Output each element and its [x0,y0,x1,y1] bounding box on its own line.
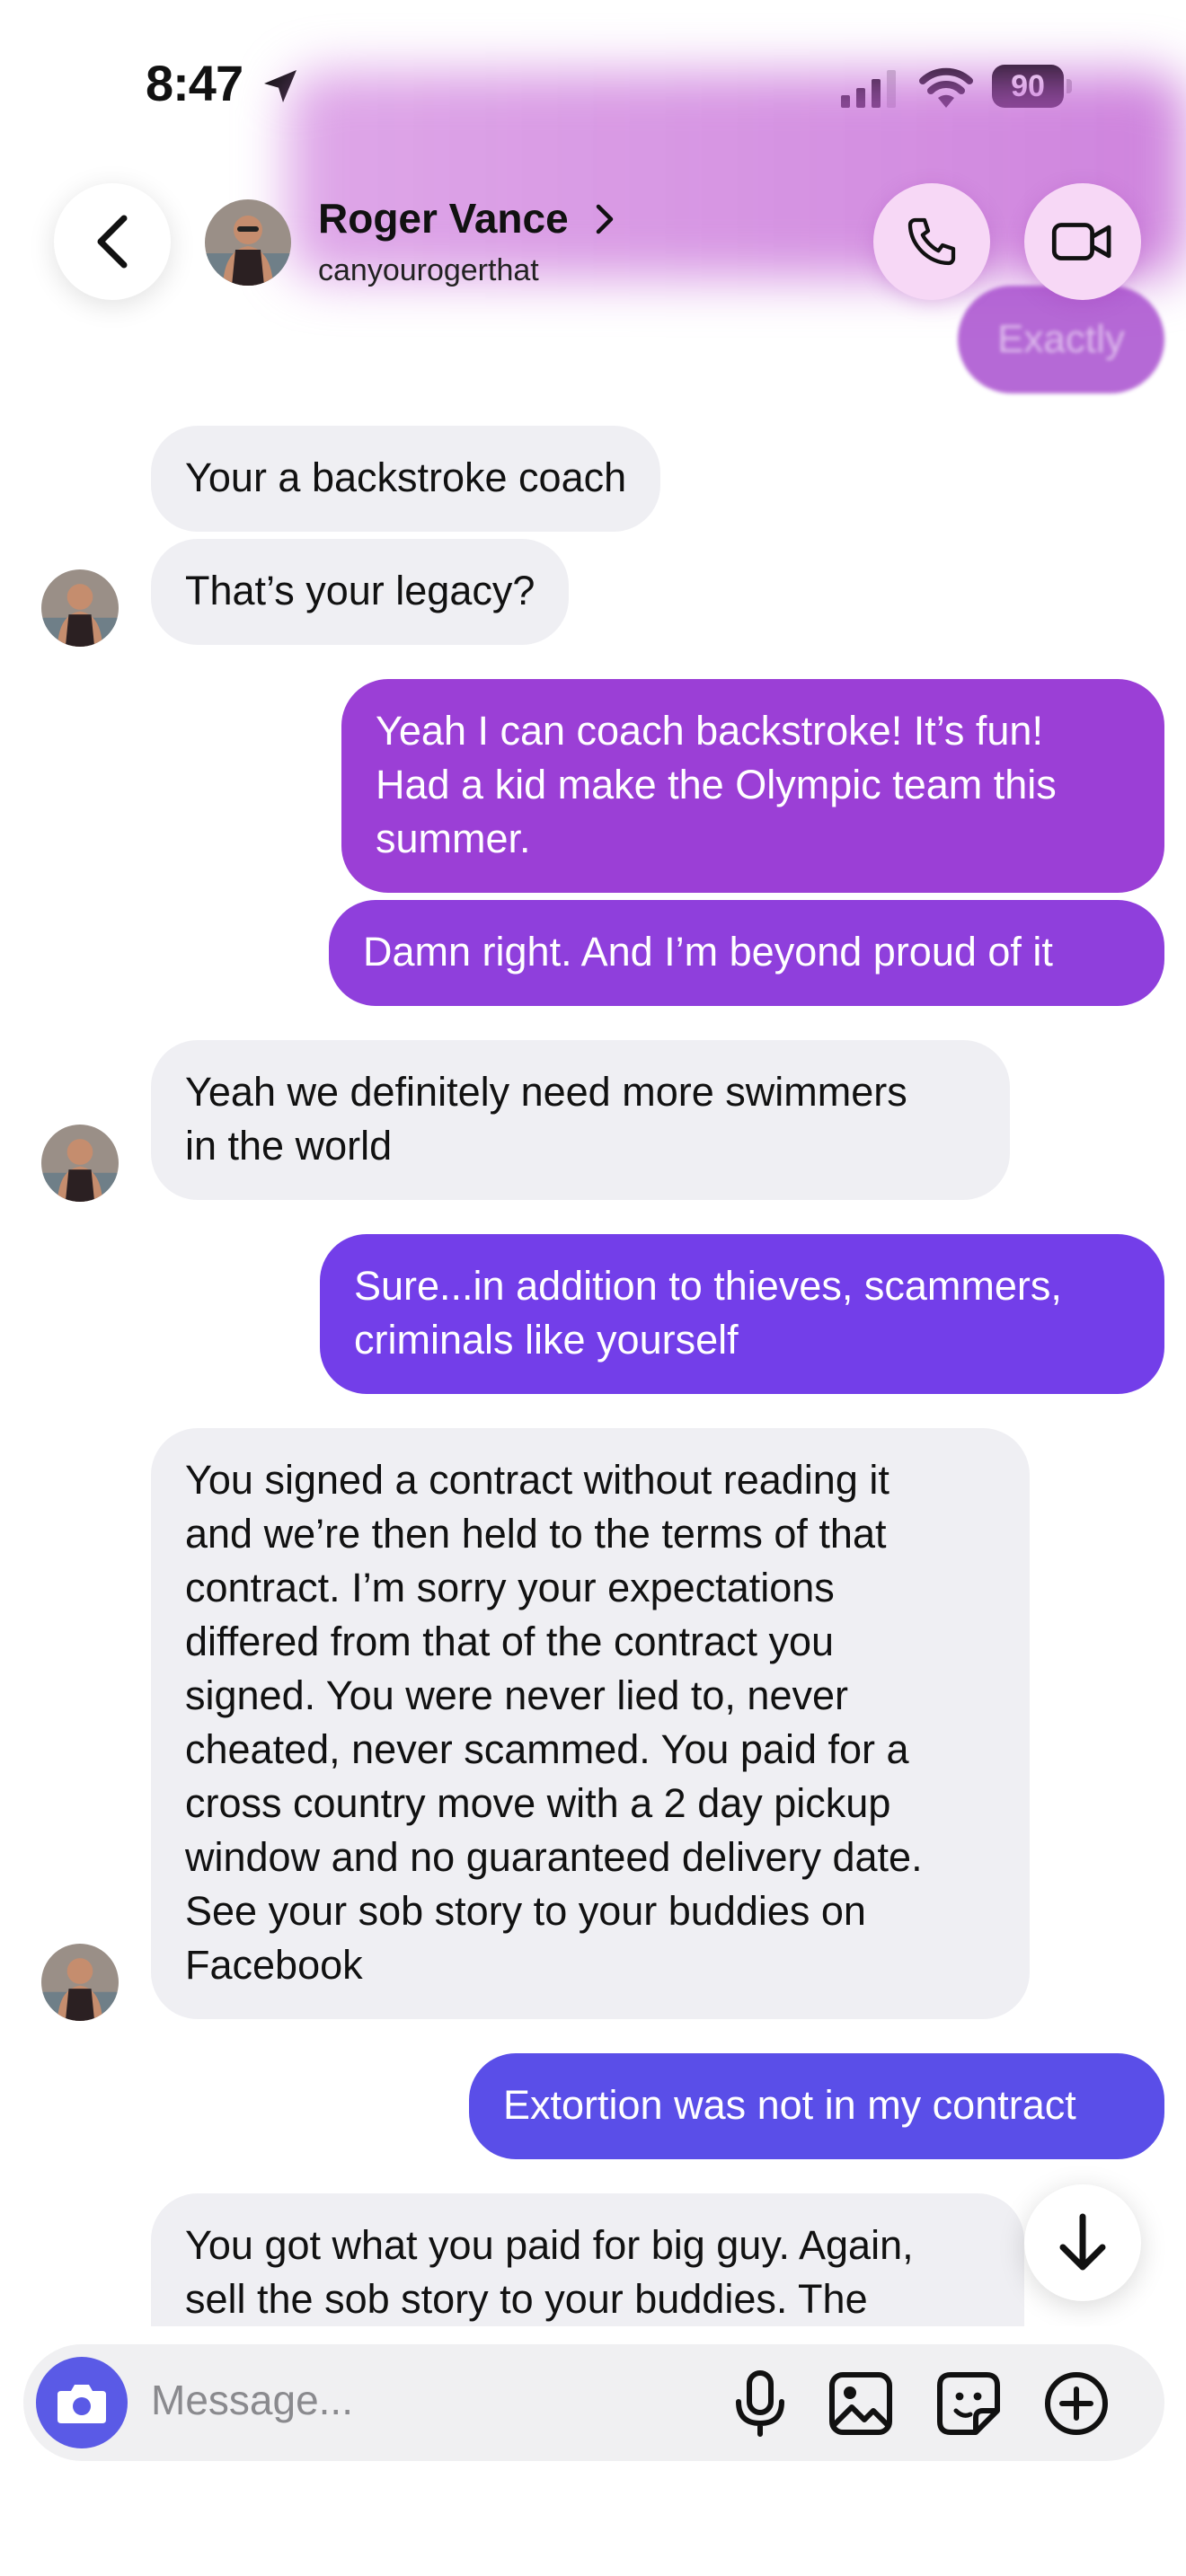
message-outgoing[interactable]: Yeah I can coach backstroke! It’s fun! H… [341,679,1164,893]
back-button[interactable] [54,183,171,300]
contact-name[interactable]: Roger Vance [318,194,569,243]
message-input[interactable]: Message... [151,2376,353,2424]
sender-avatar[interactable] [41,569,119,647]
camera-button[interactable] [36,2357,128,2448]
video-call-button[interactable] [1024,183,1141,300]
voice-call-button[interactable] [873,183,990,300]
contact-avatar[interactable] [205,199,291,286]
sticker-icon[interactable] [933,2368,1005,2439]
plus-icon[interactable] [1040,2368,1112,2439]
image-icon[interactable] [825,2368,897,2439]
message-incoming[interactable]: You signed a contract without reading it… [151,1428,1030,2019]
microphone-icon[interactable] [724,2368,796,2439]
contact-username[interactable]: canyourogerthat [318,253,539,288]
partial-bubble-text: Exactly [997,317,1125,361]
message-outgoing[interactable]: Extortion was not in my contract [469,2053,1164,2159]
message-incoming[interactable]: Yeah we definitely need more swimmers in… [151,1040,1010,1200]
video-icon [1051,223,1111,260]
status-time: 8:47 [146,55,243,111]
message-outgoing[interactable]: Damn right. And I’m beyond proud of it [329,900,1164,1006]
sender-avatar[interactable] [41,1944,119,2021]
camera-icon [58,2385,106,2423]
sender-avatar[interactable] [41,1125,119,1202]
arrow-down-icon [1059,2213,1106,2271]
chevron-right-icon[interactable] [593,201,616,237]
phone-icon [907,217,956,266]
message-incoming[interactable]: Your a backstroke coach [151,426,661,532]
message-outgoing[interactable]: Sure...in addition to thieves, scammers,… [320,1234,1164,1394]
back-icon [97,215,128,269]
scroll-to-bottom-button[interactable] [1024,2184,1141,2301]
message-incoming[interactable]: That’s your legacy? [151,539,570,645]
